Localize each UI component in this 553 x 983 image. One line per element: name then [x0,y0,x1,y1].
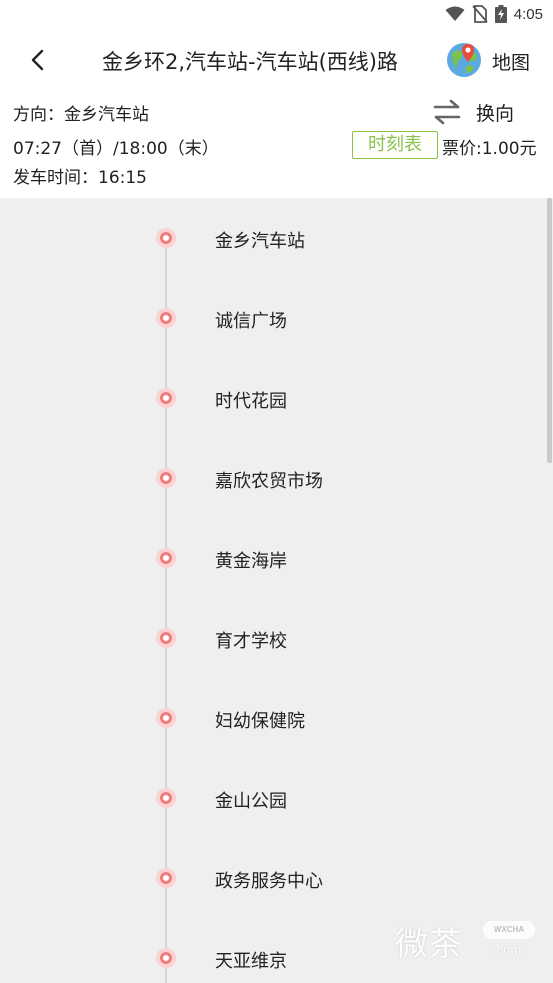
stop-item[interactable]: 黄金海岸 [0,518,540,598]
battery-charging-icon [494,5,507,23]
stop-name: 育才学校 [215,631,287,652]
swap-direction-button[interactable]: 换向 [430,96,540,126]
stop-marker-icon [156,548,176,568]
wifi-icon [445,6,465,21]
stop-name: 嘉欣农贸市场 [215,471,323,492]
map-button[interactable]: 地图 [444,40,548,80]
stop-marker-icon [156,388,176,408]
stop-item[interactable]: 金山公园 [0,758,540,838]
stop-name: 政务服务中心 [215,871,323,892]
stop-marker-icon [156,868,176,888]
stop-marker-icon [156,708,176,728]
stop-marker-icon [156,468,176,488]
stop-marker-icon [156,308,176,328]
map-label: 地图 [492,52,531,74]
stop-marker-icon [156,788,176,808]
stop-name: 金乡汽车站 [215,231,305,252]
direction-text: 方向：金乡汽车站 [13,105,149,125]
swap-arrows-icon [433,99,461,125]
stop-name: 诚信广场 [215,311,287,332]
stop-list[interactable]: 金乡汽车站诚信广场时代花园嘉欣农贸市场 黄金海岸育才学校妇幼保健院金山公园政务服务… [0,198,553,983]
stop-name: 天亚维京 [215,951,287,972]
watermark-text: 微茶 [395,924,463,963]
stop-item[interactable]: 政务服务中心 [0,838,540,918]
status-time: 4:05 [513,5,543,23]
stop-name: 金山公园 [215,791,287,812]
stop-marker-icon [156,628,176,648]
page-title: 金乡环2,汽车站-汽车站(西线)路 [102,50,398,74]
back-arrow-icon [31,49,44,71]
stop-item[interactable]: 诚信广场 [0,278,540,358]
stop-name: 时代花园 [215,391,287,412]
timetable-button[interactable]: 时刻表 [352,131,438,159]
stop-name: 黄金海岸 [215,551,287,572]
header: 金乡环2,汽车站-汽车站(西线)路 地图 [0,30,553,90]
no-sim-icon [472,5,488,23]
service-hours: 07:27（首）/18:00（末） [13,139,219,159]
scrollbar[interactable] [547,198,552,463]
watermark-badge: WXCHA [483,921,535,939]
status-icons: 4:05 [445,5,543,23]
stop-item[interactable]: 妇幼保健院 [0,678,540,758]
watermark-domain: .com [493,942,522,957]
swap-label: 换向 [476,103,515,125]
departure-time: 发车时间：16:15 [13,168,147,188]
stop-item[interactable]: 嘉欣农贸市场 [0,438,540,518]
stop-item[interactable]: 金乡汽车站 [0,198,540,278]
stop-item[interactable]: 时代花园 [0,358,540,438]
watermark: 微茶 WXCHA .com [395,915,545,965]
stop-name: 妇幼保健院 [215,711,305,732]
stop-marker-icon [156,948,176,968]
fare-text: 票价:1.00元 [442,139,537,159]
globe-map-icon [447,43,481,77]
status-bar: 4:05 [0,0,553,30]
stop-marker-icon [156,228,176,248]
back-button[interactable] [22,44,54,76]
stop-item[interactable]: 育才学校 [0,598,540,678]
route-info: 方向：金乡汽车站 07:27（首）/18:00（末） 发车时间：16:15 换向… [0,90,553,198]
